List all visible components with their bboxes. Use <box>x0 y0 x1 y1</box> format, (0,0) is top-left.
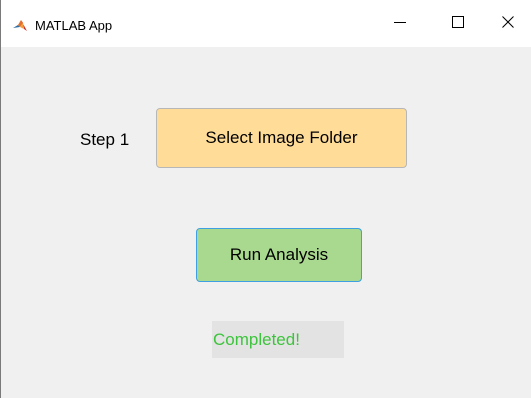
window-title: MATLAB App <box>35 18 113 33</box>
step-1-label: Step 1 <box>80 130 130 149</box>
maximize-icon <box>452 15 464 33</box>
select-image-folder-button[interactable]: Select Image Folder <box>156 108 407 168</box>
maximize-button[interactable] <box>435 8 481 40</box>
minimize-icon <box>394 15 406 33</box>
close-button[interactable] <box>485 8 531 40</box>
minimize-button[interactable] <box>377 8 423 40</box>
select-image-folder-label: Select Image Folder <box>205 128 358 147</box>
status-text: Completed! <box>213 330 300 349</box>
matlab-logo-icon <box>12 18 28 34</box>
run-analysis-label: Run Analysis <box>229 245 329 264</box>
title-bar[interactable]: MATLAB App <box>1 0 531 47</box>
run-analysis-button[interactable]: Run Analysis <box>196 228 362 282</box>
close-icon <box>502 15 514 33</box>
app-window: MATLAB App Step 1 Select Image Folder Ru… <box>0 0 531 398</box>
status-label-box: Completed! <box>212 321 344 358</box>
